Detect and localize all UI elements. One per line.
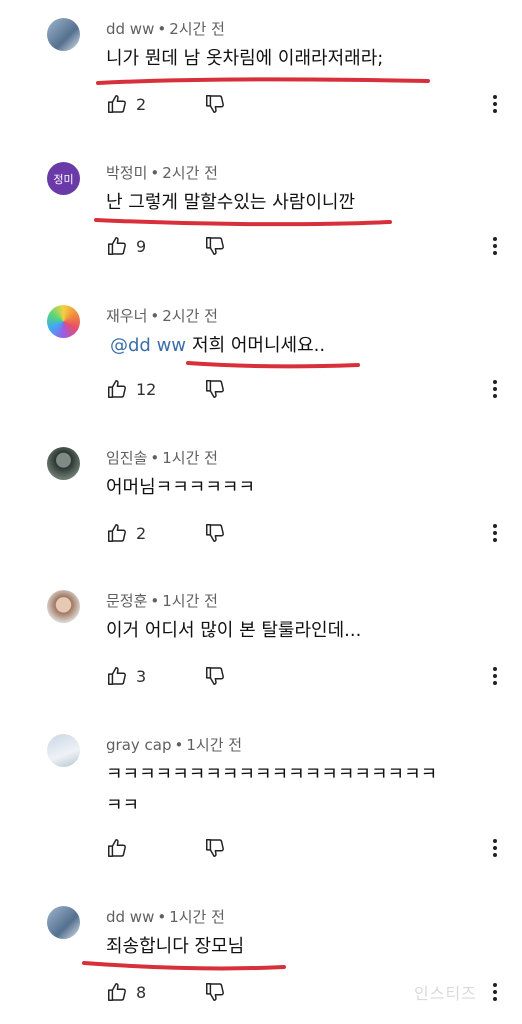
avatar[interactable]: 정미 xyxy=(47,162,80,195)
thumbs-down-icon[interactable] xyxy=(204,837,226,859)
avatar[interactable] xyxy=(47,447,80,480)
author-name[interactable]: 재우너 xyxy=(106,307,147,325)
author-name[interactable]: gray cap xyxy=(106,736,172,754)
comment-time: 2시간 전 xyxy=(162,164,218,182)
watermark: 인스티즈 xyxy=(414,984,477,1003)
comment-meta: dd ww • 1시간 전 xyxy=(106,906,225,927)
like-count: 8 xyxy=(136,982,147,1002)
thumbs-down-icon[interactable] xyxy=(204,93,226,115)
avatar[interactable] xyxy=(47,18,80,51)
comment-meta: 재우너 • 2시간 전 xyxy=(106,305,218,326)
like-count: 12 xyxy=(136,379,157,399)
thumbs-down-icon[interactable] xyxy=(204,522,226,544)
meta-separator: • xyxy=(150,164,160,182)
comment-text: ㅋㅋㅋㅋㅋㅋㅋㅋㅋㅋㅋㅋㅋㅋㅋㅋㅋㅋㅋㅋ xyxy=(106,764,438,785)
meta-separator: • xyxy=(174,736,184,754)
author-name[interactable]: 박정미 xyxy=(106,164,147,182)
comment-time: 1시간 전 xyxy=(162,449,218,467)
comment-meta: dd ww • 2시간 전 xyxy=(106,18,225,39)
comment-meta: 문정훈 • 1시간 전 xyxy=(106,590,218,611)
like-count: 9 xyxy=(136,236,147,256)
more-vert-icon[interactable] xyxy=(488,234,502,258)
highlight-underline xyxy=(82,961,286,971)
like-count: 2 xyxy=(136,94,147,114)
avatar[interactable] xyxy=(47,906,80,939)
more-vert-icon[interactable] xyxy=(488,836,502,860)
comment-actions: 2 xyxy=(106,92,226,116)
comment-item: 정미 박정미 • 2시간 전 난 그렇게 말할수있는 사람이니깐 9 xyxy=(0,162,522,272)
meta-separator: • xyxy=(157,908,167,926)
comment-time: 1시간 전 xyxy=(162,592,218,610)
more-vert-icon[interactable] xyxy=(488,521,502,545)
avatar[interactable] xyxy=(47,590,80,623)
thumbs-down-icon[interactable] xyxy=(204,665,226,687)
thumbs-up-icon[interactable] xyxy=(106,522,128,544)
avatar[interactable] xyxy=(47,734,80,767)
thumbs-up-icon[interactable] xyxy=(106,665,128,687)
highlight-underline xyxy=(186,361,360,369)
comment-text-line2: ㅋㅋ xyxy=(106,795,140,816)
like-count: 3 xyxy=(136,666,147,686)
comment-item: dd ww • 2시간 전 니가 뭔데 남 옷차림에 이래라저래라; 2 xyxy=(0,18,522,128)
like-count: 2 xyxy=(136,523,147,543)
highlight-underline xyxy=(96,77,430,85)
thumbs-down-icon[interactable] xyxy=(204,981,226,1003)
comment-time: 1시간 전 xyxy=(186,736,243,754)
comment-actions xyxy=(106,836,226,860)
comment-actions: 8 xyxy=(106,980,226,1004)
thumbs-up-icon[interactable] xyxy=(106,235,128,257)
more-vert-icon[interactable] xyxy=(488,92,502,116)
thumbs-down-icon[interactable] xyxy=(204,235,226,257)
author-name[interactable]: dd ww xyxy=(106,20,154,38)
comment-item: gray cap • 1시간 전 ㅋㅋㅋㅋㅋㅋㅋㅋㅋㅋㅋㅋㅋㅋㅋㅋㅋㅋㅋㅋ ㅋㅋ xyxy=(0,734,522,874)
more-vert-icon[interactable] xyxy=(488,980,502,1004)
comment-text: 이거 어디서 많이 본 탈룰라인데... xyxy=(106,620,362,641)
comment-actions: 12 xyxy=(106,377,226,401)
comment-item: 재우너 • 2시간 전 @dd ww 저희 어머니세요.. 12 xyxy=(0,305,522,415)
comment-time: 2시간 전 xyxy=(162,307,218,325)
thumbs-up-icon[interactable] xyxy=(106,837,128,859)
author-name[interactable]: 임진솔 xyxy=(106,449,147,467)
meta-separator: • xyxy=(150,449,160,467)
comment-time: 2시간 전 xyxy=(169,20,225,38)
comment-meta: 박정미 • 2시간 전 xyxy=(106,162,218,183)
meta-separator: • xyxy=(150,592,160,610)
meta-separator: • xyxy=(150,307,160,325)
author-name[interactable]: 문정훈 xyxy=(106,592,147,610)
mention-link[interactable]: @dd ww xyxy=(110,335,186,356)
comment-text: 니가 뭔데 남 옷차림에 이래라저래라; xyxy=(106,48,384,69)
comment-meta: gray cap • 1시간 전 xyxy=(106,734,242,755)
comment-actions: 9 xyxy=(106,234,226,258)
thumbs-up-icon[interactable] xyxy=(106,378,128,400)
highlight-underline xyxy=(94,218,392,227)
comment-time: 1시간 전 xyxy=(169,908,225,926)
thumbs-up-icon[interactable] xyxy=(106,981,128,1003)
comment-actions: 2 xyxy=(106,521,226,545)
author-name[interactable]: dd ww xyxy=(106,908,154,926)
meta-separator: • xyxy=(157,20,167,38)
more-vert-icon[interactable] xyxy=(488,377,502,401)
more-vert-icon[interactable] xyxy=(488,664,502,688)
comment-item: 임진솔 • 1시간 전 어머님ㅋㅋㅋㅋㅋㅋ 2 xyxy=(0,447,522,557)
comment-text: 어머님ㅋㅋㅋㅋㅋㅋ xyxy=(106,477,256,498)
thumbs-up-icon[interactable] xyxy=(106,93,128,115)
comment-text-body: 저희 어머니세요.. xyxy=(192,335,326,356)
comment-actions: 3 xyxy=(106,664,226,688)
avatar[interactable] xyxy=(47,305,80,338)
comment-item: 문정훈 • 1시간 전 이거 어디서 많이 본 탈룰라인데... 3 xyxy=(0,590,522,700)
comment-meta: 임진솔 • 1시간 전 xyxy=(106,447,218,468)
thumbs-down-icon[interactable] xyxy=(204,378,226,400)
